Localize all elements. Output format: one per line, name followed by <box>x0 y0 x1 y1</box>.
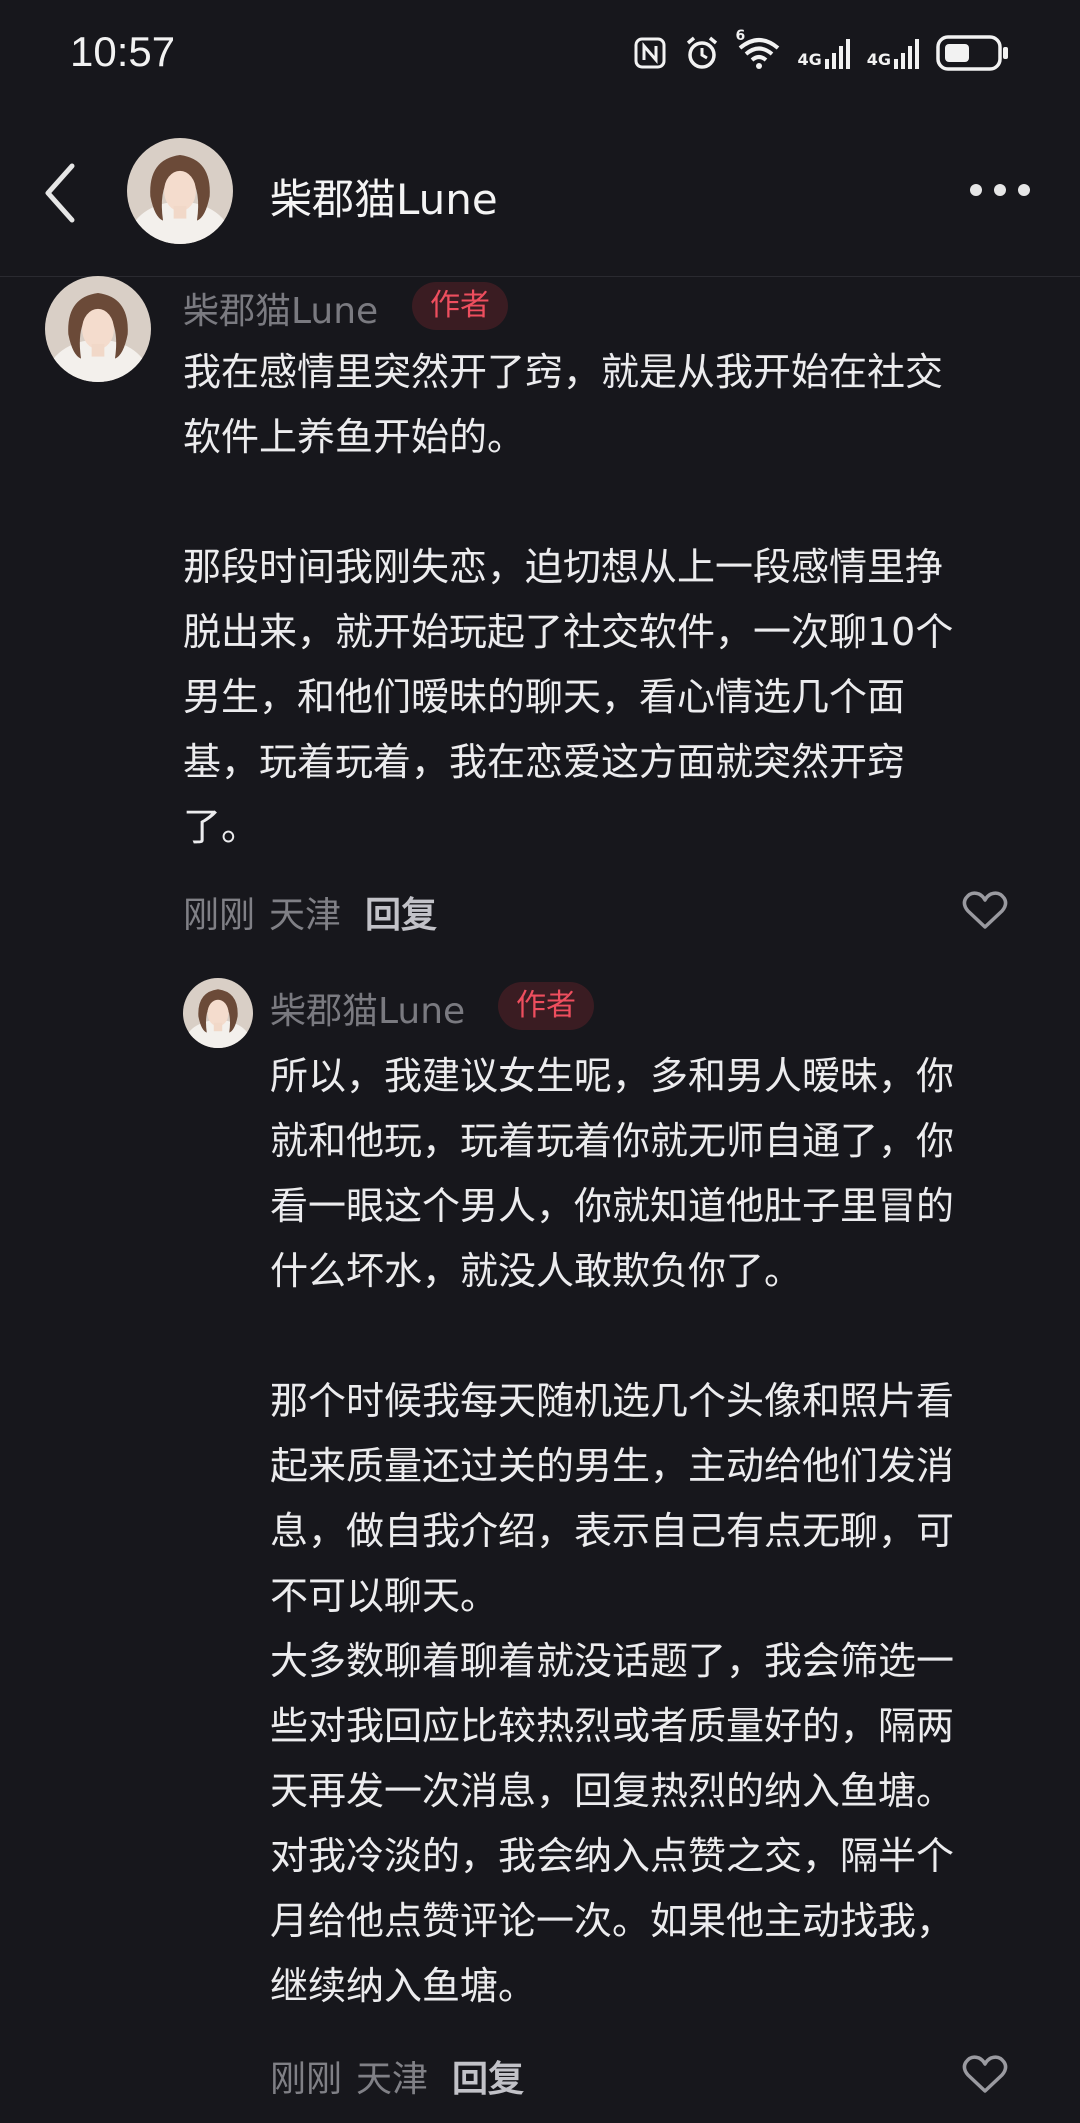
reply-button[interactable]: 回复 <box>452 2059 524 2100</box>
more-options-icon[interactable] <box>970 182 1030 198</box>
header-avatar[interactable] <box>127 138 233 244</box>
comment-text: 我在感情里突然开了窍，就是从我开始在社交 软件上养鱼开始的。 那段时间我刚失恋，… <box>183 350 954 849</box>
reply-time: 刚刚 <box>270 2059 343 2100</box>
comment-location: 天津 <box>269 895 342 936</box>
avatar-image <box>183 978 253 1048</box>
status-time: 10:57 <box>70 28 176 75</box>
avatar-image <box>45 276 151 382</box>
reply-avatar[interactable] <box>183 978 253 1048</box>
reply-location: 天津 <box>356 2059 429 2100</box>
status-bar: 10:57 6 4G 4G <box>0 0 1080 110</box>
like-heart-icon[interactable] <box>962 890 1008 930</box>
comment-author[interactable]: 柴郡猫Lune <box>183 282 378 334</box>
chat-header: 柴郡猫Lune <box>0 110 1080 277</box>
battery-icon <box>936 35 1008 71</box>
reply-meta: 刚刚 天津 回复 <box>270 2050 524 2102</box>
status-icons: 6 4G 4G <box>633 28 1010 72</box>
reply-button[interactable]: 回复 <box>365 895 437 936</box>
comment-time: 刚刚 <box>183 895 256 936</box>
signal-2: 4G <box>867 37 920 69</box>
signal-1: 4G <box>797 37 850 69</box>
alarm-icon <box>687 36 718 69</box>
wifi-indicator: 6 <box>735 28 781 70</box>
like-heart-icon[interactable] <box>962 2054 1008 2094</box>
avatar-image <box>127 138 233 244</box>
reply-author[interactable]: 柴郡猫Lune <box>270 982 465 1034</box>
comment-meta: 刚刚 天津 回复 <box>183 886 437 938</box>
header-title: 柴郡猫Lune <box>270 175 498 224</box>
nfc-icon <box>634 37 666 69</box>
network-label-2: 4G <box>866 50 891 69</box>
author-badge: 作者 <box>412 282 508 330</box>
network-label-1: 4G <box>797 50 822 69</box>
back-arrow-icon[interactable] <box>40 160 80 226</box>
signal-bars-icon <box>894 39 919 69</box>
signal-bars-icon <box>824 39 850 69</box>
author-badge: 作者 <box>498 982 594 1030</box>
reply-text: 所以，我建议女生呢，多和男人暧昧，你 就和他玩，玩着玩着你就无师自通了，你 看一… <box>270 1054 955 2008</box>
comment-avatar[interactable] <box>45 276 151 382</box>
wifi-badge: 6 <box>735 28 746 44</box>
